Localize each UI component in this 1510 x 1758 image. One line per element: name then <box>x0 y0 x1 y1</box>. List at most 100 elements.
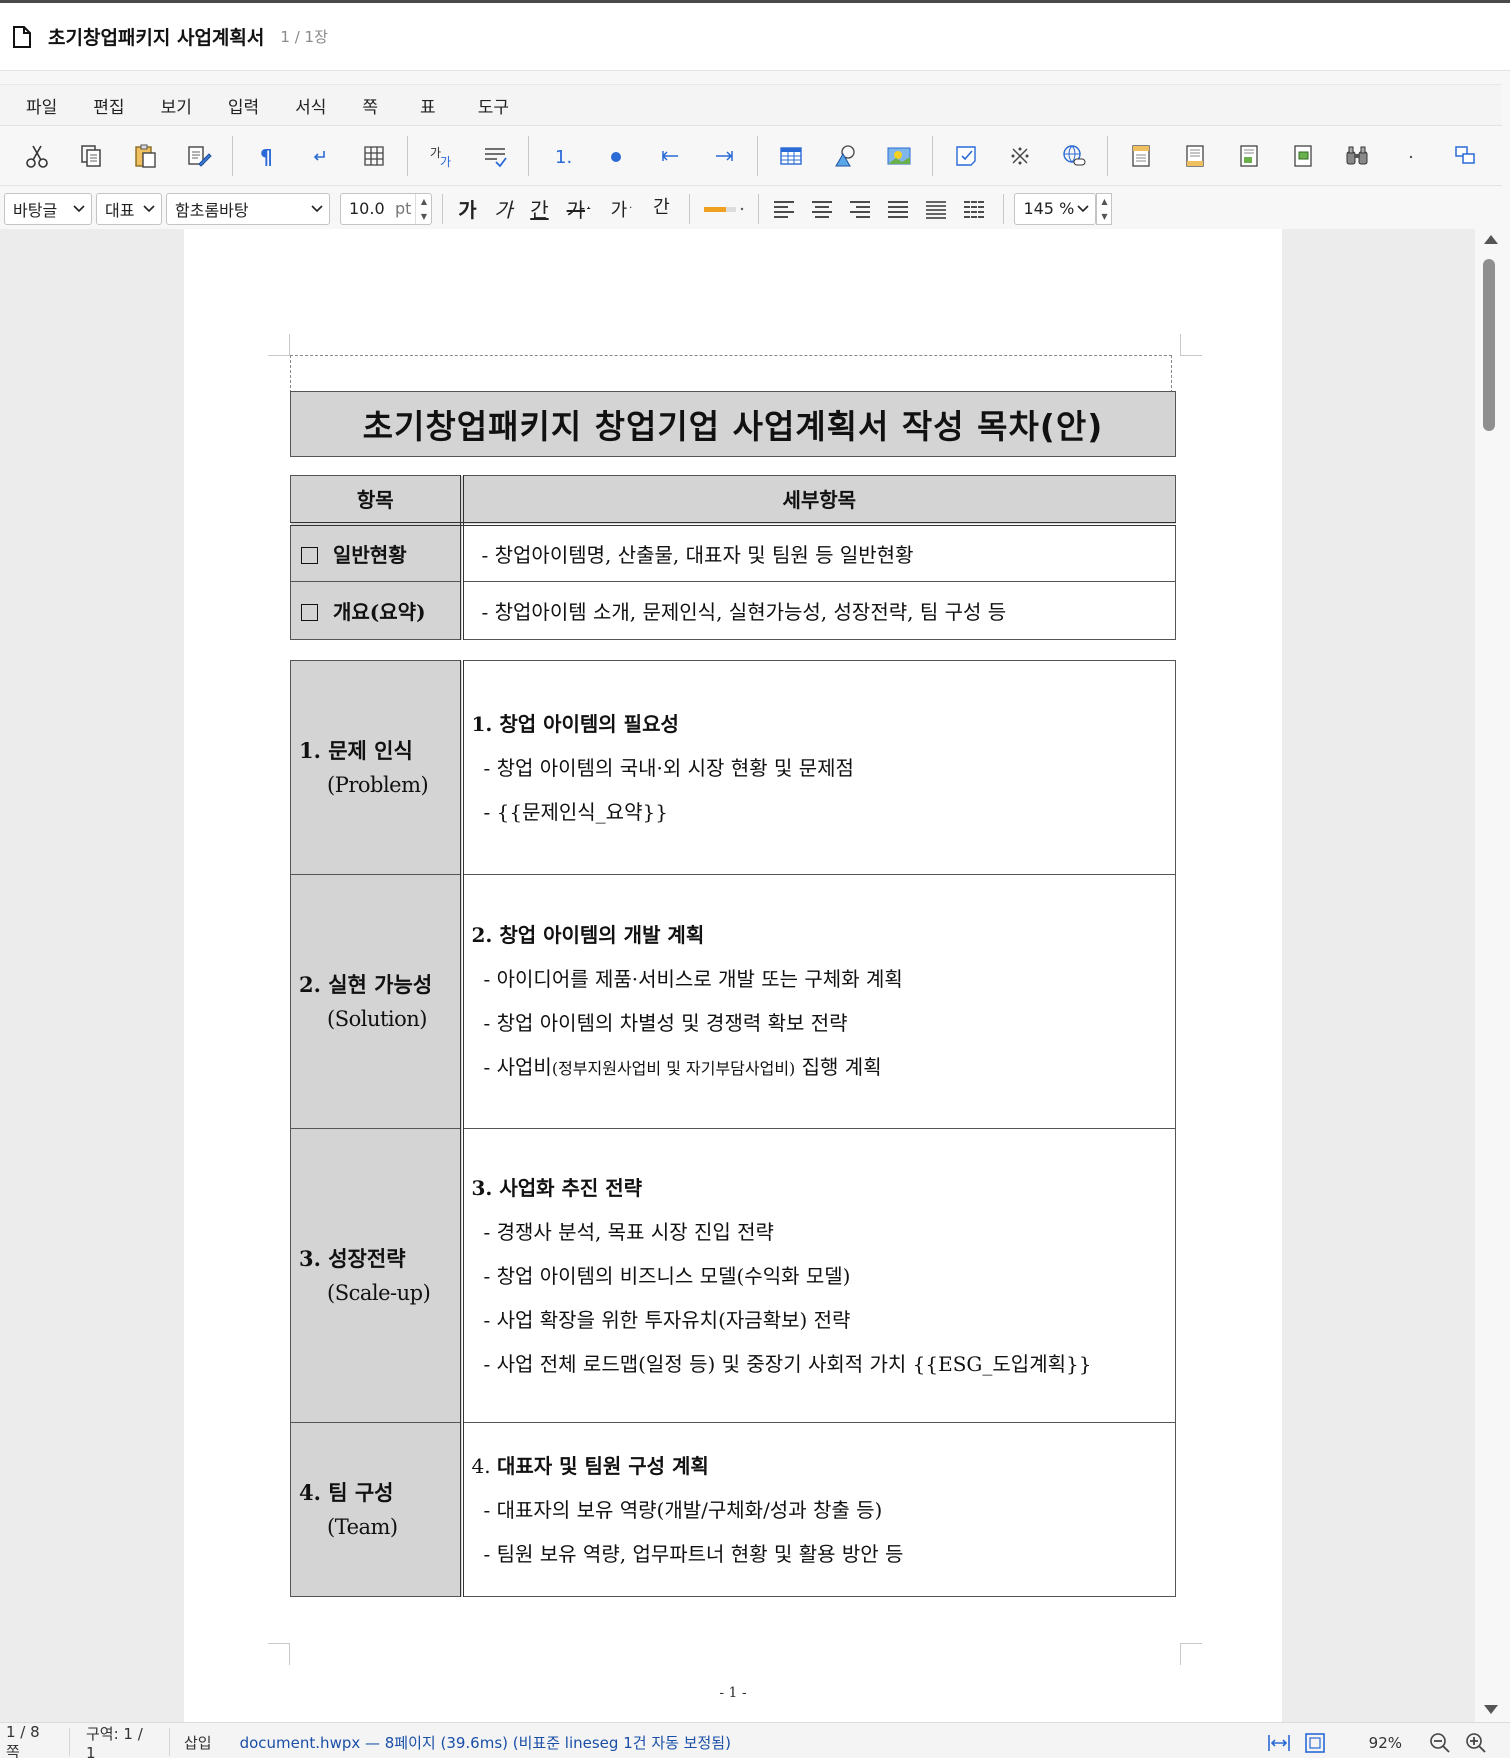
menu-insert[interactable]: 입력 <box>228 93 259 118</box>
split-align-button[interactable] <box>955 193 993 225</box>
paragraph-mark-button[interactable]: ¶ <box>239 136 293 176</box>
fit-width-icon <box>1267 1734 1290 1751</box>
align-left-button[interactable] <box>765 193 803 225</box>
table-icon <box>780 146 802 165</box>
memo-button[interactable] <box>939 136 993 176</box>
font-size-stepper[interactable]: ▲ ▼ <box>415 193 431 224</box>
align-center-button[interactable] <box>803 193 841 225</box>
menu-view[interactable]: 보기 <box>161 93 192 118</box>
section-row: 2. 실현 가능성 (Solution) 2. 창업 아이템의 개발 계획 - 아… <box>290 874 1176 1129</box>
scroll-up-icon[interactable] <box>1484 235 1498 244</box>
char-shade-button[interactable]: 간 <box>643 193 679 225</box>
scroll-thumb[interactable] <box>1483 259 1495 431</box>
indent-button[interactable] <box>697 136 751 176</box>
copy-button[interactable] <box>64 136 118 176</box>
justify-button[interactable] <box>879 193 917 225</box>
fit-page-icon <box>1304 1732 1325 1753</box>
section-label-en: (Solution) <box>327 1006 427 1031</box>
document-workspace[interactable]: 초기창업패키지 창업기업 사업계획서 작성 목차(안) 항목 세부항목 일반현황… <box>0 229 1502 1722</box>
status-controls: 92% <box>1261 1723 1510 1758</box>
format-toolbar: 바탕글 대표 함초롬바탕 10.0 pt ▲ ▼ 가 가 간 가 · 가 · 간 14… <box>0 186 1502 232</box>
reference-mark-icon <box>1011 147 1029 164</box>
underline-button[interactable]: 간 <box>521 193 557 225</box>
page-header-area[interactable] <box>290 355 1172 393</box>
character-shape-icon: 가가 <box>430 146 451 169</box>
char-shape-button[interactable]: 가가 <box>414 136 468 176</box>
text-color-button[interactable] <box>696 193 752 225</box>
row-detail: - 창업아이템 소개, 문제인식, 실현가능성, 성장전략, 팀 구성 등 <box>461 581 1176 640</box>
footer-button[interactable] <box>1168 136 1222 176</box>
row-detail: - 창업아이템명, 산출물, 대표자 및 팀원 등 일반현황 <box>461 523 1176 582</box>
zoom-in-button[interactable] <box>1458 1728 1494 1758</box>
superscript-label: 가 <box>610 199 628 221</box>
menu-format[interactable]: 서식 <box>295 93 326 118</box>
bold-button[interactable]: 가 <box>449 193 485 225</box>
fit-width-button[interactable] <box>1261 1728 1297 1758</box>
zoom-select[interactable]: 145 % <box>1014 192 1097 225</box>
bullet-item: - 팀원 보유 역량, 업무파트너 현황 및 활용 방안 등 <box>483 1541 904 1566</box>
margin-corner <box>268 334 290 356</box>
find-button[interactable] <box>1330 136 1384 176</box>
cut-button[interactable] <box>10 136 64 176</box>
row-label: 개요(요약) <box>290 581 464 640</box>
section-heading: 1. 창업 아이템의 필요성 <box>471 711 679 736</box>
font-size-field[interactable]: 10.0 pt ▲ ▼ <box>340 192 433 225</box>
section-heading: 4. 대표자 및 팀원 구성 계획 <box>472 1444 1168 1488</box>
menu-file[interactable]: 파일 <box>26 93 57 118</box>
page-number-button[interactable] <box>1222 136 1276 176</box>
header-button[interactable] <box>1114 136 1168 176</box>
status-bar: 1 / 8 쪽 구역: 1 / 1 삽입 document.hwpx — 8페이… <box>0 1722 1510 1758</box>
outdent-button[interactable] <box>643 136 697 176</box>
chevron-up-icon[interactable]: ▲ <box>1101 197 1107 206</box>
status-mode[interactable]: 삽입 <box>170 1728 226 1756</box>
more-button[interactable] <box>1384 136 1438 176</box>
bullet-item: - 창업 아이템의 비즈니스 모델(수익화 모델) <box>483 1263 851 1288</box>
field-button[interactable] <box>1276 136 1330 176</box>
margin-corner <box>268 1643 290 1665</box>
format-painter-button[interactable] <box>172 136 226 176</box>
menu-page[interactable]: 쪽 <box>362 93 378 118</box>
symbol-button[interactable] <box>993 136 1047 176</box>
split-align-icon <box>964 200 985 218</box>
zoom-out-button[interactable] <box>1422 1728 1458 1758</box>
insert-table-button[interactable] <box>764 136 818 176</box>
para-shape-button[interactable] <box>468 136 522 176</box>
strikethrough-button[interactable]: 가 · <box>557 193 599 225</box>
style-select[interactable]: 바탕글 <box>4 192 92 225</box>
chevron-down-icon[interactable]: ▼ <box>1101 212 1107 221</box>
vertical-scrollbar[interactable] <box>1475 229 1502 1722</box>
document-page[interactable]: 초기창업패키지 창업기업 사업계획서 작성 목차(안) 항목 세부항목 일반현황… <box>184 229 1282 1722</box>
font-select[interactable]: 함초롬바탕 <box>166 192 330 225</box>
align-right-button[interactable] <box>841 193 879 225</box>
grid-button[interactable] <box>347 136 401 176</box>
menu-tools[interactable]: 도구 <box>478 93 509 118</box>
chevron-down-icon[interactable]: ▼ <box>421 212 427 221</box>
window-arrange-button[interactable] <box>1438 136 1492 176</box>
highlight-color-icon <box>704 206 744 212</box>
section-heading-text: 대표자 및 팀원 구성 계획 <box>496 1453 709 1478</box>
insert-image-button[interactable] <box>872 136 926 176</box>
scroll-down-icon[interactable] <box>1484 1705 1498 1714</box>
language-select[interactable]: 대표 <box>96 192 162 225</box>
chevron-up-icon[interactable]: ▲ <box>421 197 427 206</box>
bullet-button[interactable] <box>589 136 643 176</box>
bullet-item: - 대표자의 보유 역량(개발/구체화/성과 창출 등) <box>483 1497 883 1522</box>
indent-icon <box>716 150 733 161</box>
fit-page-button[interactable] <box>1297 1728 1333 1758</box>
font-size-value[interactable]: 10.0 <box>341 199 395 218</box>
italic-button[interactable]: 가 <box>485 193 521 225</box>
checkbox-icon <box>301 546 318 564</box>
zoom-stepper[interactable]: ▲ ▼ <box>1096 192 1113 225</box>
superscript-button[interactable]: 가 · <box>599 193 643 225</box>
distribute-button[interactable] <box>917 193 955 225</box>
section-heading: 3. 사업화 추진 전략 <box>471 1175 643 1200</box>
numbering-button[interactable]: 1. <box>535 136 589 176</box>
line-break-button[interactable] <box>293 136 347 176</box>
menu-edit[interactable]: 편집 <box>93 93 124 118</box>
menu-table[interactable]: 표 <box>420 93 436 118</box>
insert-shape-button[interactable] <box>818 136 872 176</box>
strikethrough-label: 가 <box>566 198 586 222</box>
hyperlink-button[interactable] <box>1047 136 1101 176</box>
margin-corner <box>1180 334 1202 356</box>
paste-button[interactable] <box>118 136 172 176</box>
